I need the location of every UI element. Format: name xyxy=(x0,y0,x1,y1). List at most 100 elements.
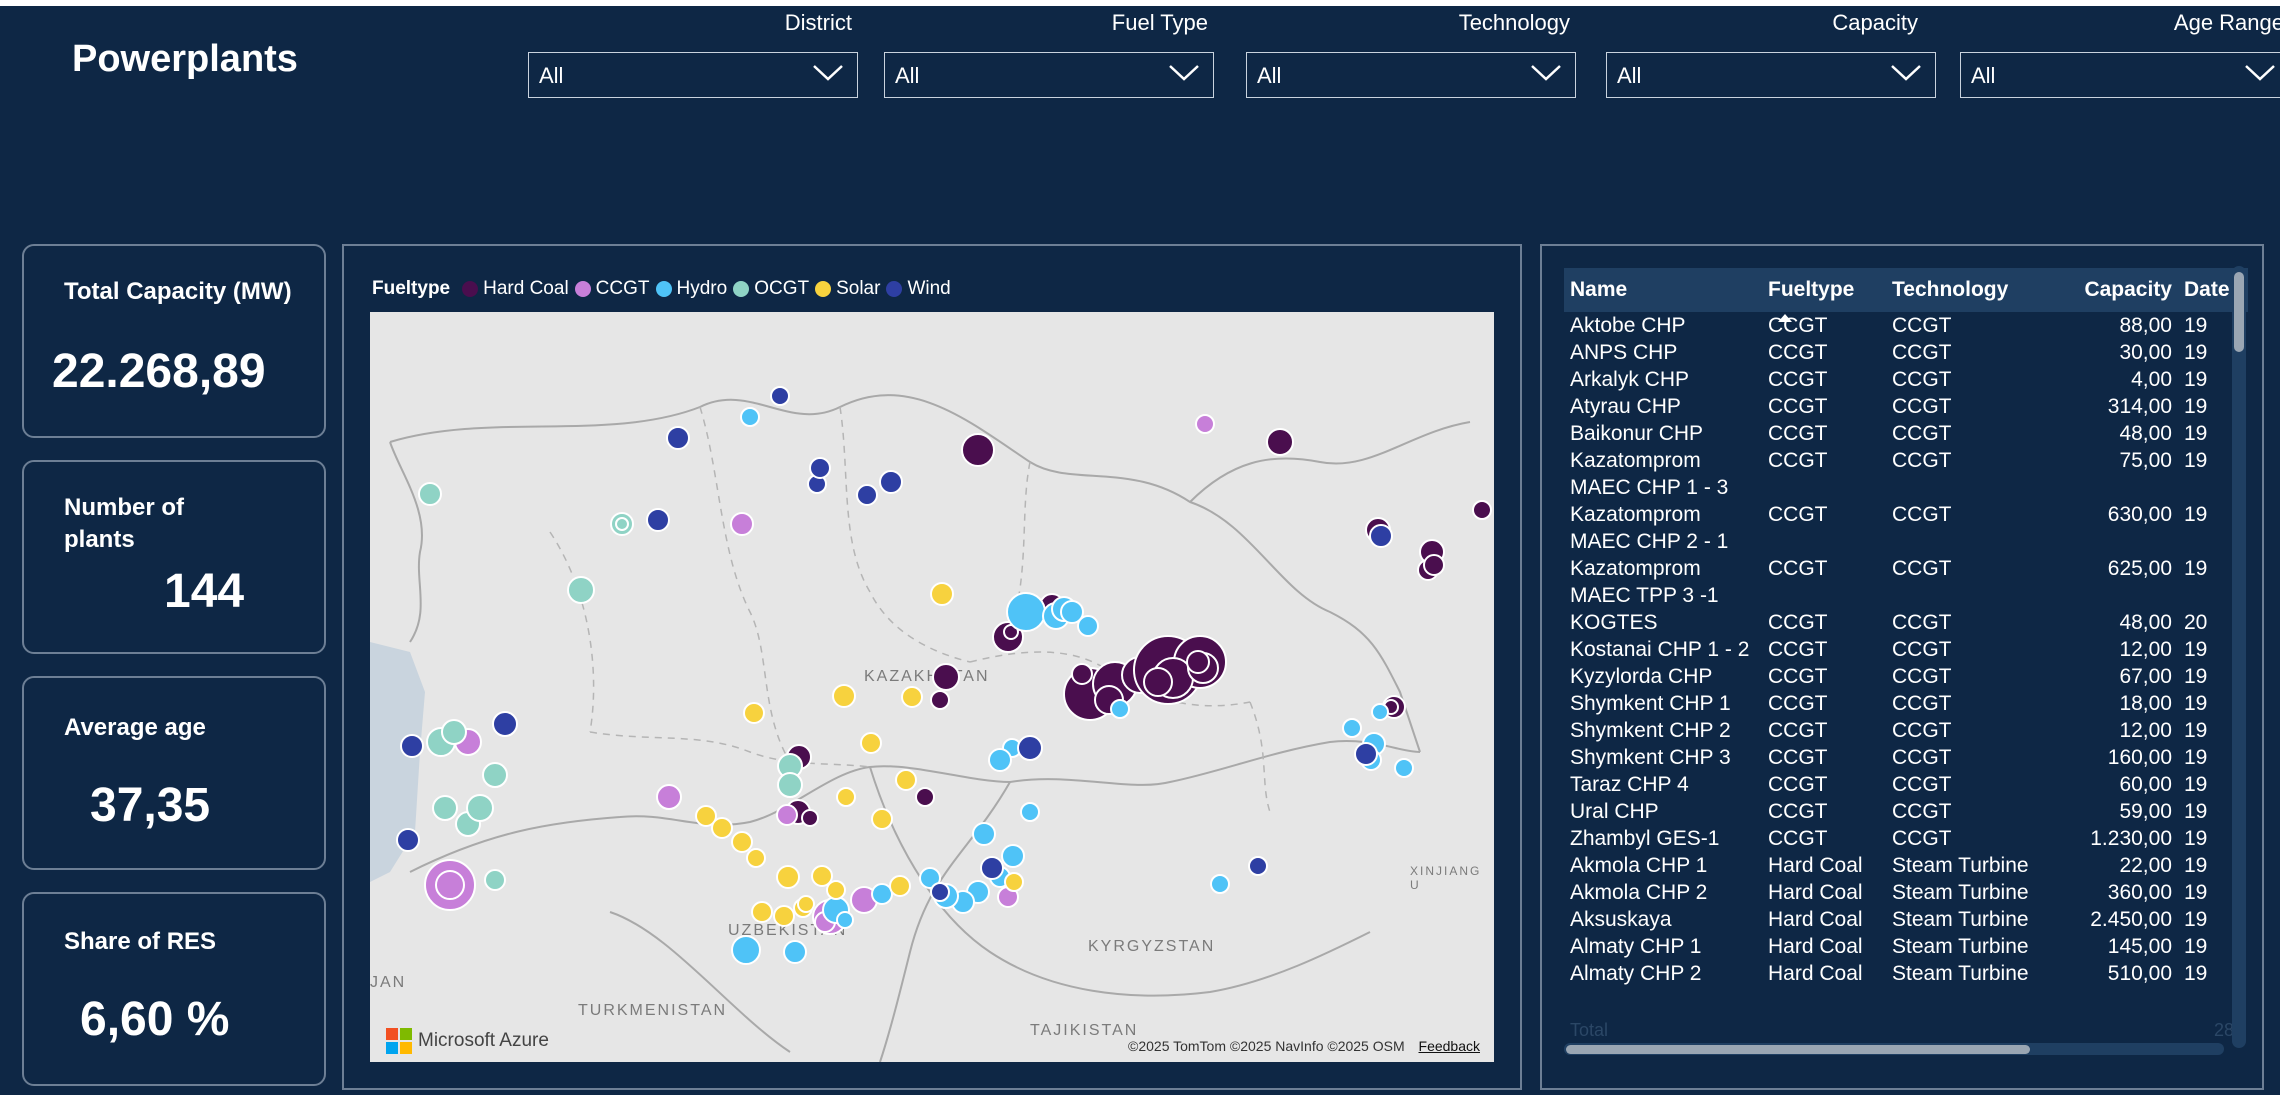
table-row[interactable]: Shymkent CHP 2 CCGT CCGT 12,00 19 xyxy=(1564,717,2248,744)
bubble-solar[interactable] xyxy=(889,875,911,897)
table-row[interactable]: ANPS CHP CCGT CCGT 30,00 19 xyxy=(1564,339,2248,366)
legend-item-ccgt[interactable]: CCGT xyxy=(574,278,650,300)
bubble-wind[interactable] xyxy=(856,484,878,506)
bubble-hard-coal[interactable] xyxy=(932,663,960,691)
bubble-hydro[interactable] xyxy=(1210,874,1230,894)
table-row[interactable]: Kazatomprom MAEC CHP 2 - 1 CCGT CCGT 630,00… xyxy=(1564,501,2248,555)
bubble-solar[interactable] xyxy=(832,684,856,708)
bubble-hydro[interactable] xyxy=(740,407,760,427)
bubble-solar[interactable] xyxy=(826,880,846,900)
bubble-hard-coal[interactable] xyxy=(1266,428,1294,456)
legend-item-wind[interactable]: Wind xyxy=(886,278,951,300)
column-header-capacity[interactable]: Capacity xyxy=(2060,268,2178,312)
bubble-hydro[interactable] xyxy=(1077,615,1099,637)
bubble-wind[interactable] xyxy=(879,470,903,494)
table-row[interactable]: Zhambyl GES-1 CCGT CCGT 1.230,00 19 xyxy=(1564,825,2248,852)
bubble-ccgt[interactable] xyxy=(435,870,465,900)
vertical-scrollbar-thumb[interactable] xyxy=(2234,272,2244,352)
bubble-wind[interactable] xyxy=(1354,742,1378,766)
bubble-solar[interactable] xyxy=(743,702,765,724)
bubble-hard-coal[interactable] xyxy=(930,690,950,710)
bubble-hydro[interactable] xyxy=(836,911,854,929)
bubble-solar[interactable] xyxy=(860,732,882,754)
bubble-hydro[interactable] xyxy=(972,822,996,846)
table-row[interactable]: Kyzylorda CHP CCGT CCGT 67,00 19 xyxy=(1564,663,2248,690)
bubble-ocgt[interactable] xyxy=(567,576,595,604)
table-row[interactable]: Kostanai CHP 1 - 2 CCGT CCGT 12,00 19 xyxy=(1564,636,2248,663)
bubble-solar[interactable] xyxy=(797,895,815,913)
technology-dropdown[interactable]: All xyxy=(1246,52,1576,98)
capacity-dropdown[interactable]: All xyxy=(1606,52,1936,98)
bubble-solar[interactable] xyxy=(773,905,795,927)
vertical-scrollbar[interactable] xyxy=(2232,266,2246,1048)
bubble-hydro[interactable] xyxy=(871,883,893,905)
table-row[interactable]: Arkalyk CHP CCGT CCGT 4,00 19 xyxy=(1564,366,2248,393)
table-row[interactable]: Taraz CHP 4 CCGT CCGT 60,00 19 xyxy=(1564,771,2248,798)
table-row[interactable]: Shymkent CHP 3 CCGT CCGT 160,00 19 xyxy=(1564,744,2248,771)
bubble-solar[interactable] xyxy=(895,769,917,791)
bubble-hard-coal[interactable] xyxy=(1121,656,1159,694)
bubble-solar[interactable] xyxy=(751,901,773,923)
bubble-ccgt[interactable] xyxy=(776,804,798,826)
table-row[interactable]: Almaty CHP 2 Hard Coal Steam Turbine 510,00… xyxy=(1564,960,2248,987)
bubble-wind[interactable] xyxy=(396,828,420,852)
table-row[interactable]: Baikonur CHP CCGT CCGT 48,00 19 xyxy=(1564,420,2248,447)
table-row[interactable]: Kazatomprom MAEC CHP 1 - 3 CCGT CCGT 75,00 1… xyxy=(1564,447,2248,501)
bubble-ccgt[interactable] xyxy=(730,512,754,536)
bubble-solar[interactable] xyxy=(776,865,800,889)
bubble-hydro[interactable] xyxy=(1006,592,1046,632)
table-row[interactable]: Kazatomprom MAEC TPP 3 -1 CCGT CCGT 625,00 1… xyxy=(1564,555,2248,609)
column-header-technology[interactable]: Technology xyxy=(1886,268,2060,312)
table-row[interactable]: Aktobe CHP CCGT CCGT 88,00 19 xyxy=(1564,312,2248,339)
bubble-wind[interactable] xyxy=(1248,856,1268,876)
legend-item-hard-coal[interactable]: Hard Coal xyxy=(462,278,569,300)
table-row[interactable]: Shymkent CHP 1 CCGT CCGT 18,00 19 xyxy=(1564,690,2248,717)
bubble-solar[interactable] xyxy=(871,808,893,830)
bubble-hydro[interactable] xyxy=(1342,718,1362,738)
fueltype-dropdown[interactable]: All xyxy=(884,52,1214,98)
bubble-wind[interactable] xyxy=(930,882,950,902)
bubble-hydro[interactable] xyxy=(1001,844,1025,868)
bubble-ccgt[interactable] xyxy=(656,784,682,810)
bubble-ocgt[interactable] xyxy=(482,762,508,788)
bubble-solar[interactable] xyxy=(930,582,954,606)
bubble-ocgt[interactable] xyxy=(418,482,442,506)
bubble-ccgt[interactable] xyxy=(1195,414,1215,434)
bubble-hard-coal[interactable] xyxy=(1472,500,1492,520)
bubble-solar[interactable] xyxy=(711,817,733,839)
feedback-link[interactable]: Feedback xyxy=(1419,1038,1480,1054)
bubble-wind[interactable] xyxy=(1017,735,1043,761)
bubble-solar[interactable] xyxy=(1004,872,1024,892)
bubble-hydro[interactable] xyxy=(1394,758,1414,778)
bubble-hard-coal[interactable] xyxy=(961,433,995,467)
bubble-wind[interactable] xyxy=(666,426,690,450)
table-row[interactable]: Akmola CHP 2 Hard Coal Steam Turbine 360,00… xyxy=(1564,879,2248,906)
bubble-ocgt[interactable] xyxy=(432,795,458,821)
bubble-hard-coal[interactable] xyxy=(1071,663,1093,685)
bubble-hydro[interactable] xyxy=(1020,802,1040,822)
table-row[interactable]: Atyrau CHP CCGT CCGT 314,00 19 xyxy=(1564,393,2248,420)
horizontal-scrollbar-thumb[interactable] xyxy=(1566,1045,2030,1054)
bubble-ocgt[interactable] xyxy=(484,869,506,891)
table-row[interactable]: Akmola CHP 1 Hard Coal Steam Turbine 22,00 1… xyxy=(1564,852,2248,879)
bubble-hard-coal[interactable] xyxy=(1423,554,1445,576)
table-row[interactable]: Aksuskaya Hard Coal Steam Turbine 2.450,00 1… xyxy=(1564,906,2248,933)
bubble-wind[interactable] xyxy=(400,734,424,758)
bubble-hydro[interactable] xyxy=(1371,703,1389,721)
district-dropdown[interactable]: All xyxy=(528,52,858,98)
bubble-hydro[interactable] xyxy=(988,748,1012,772)
bubble-ocgt[interactable] xyxy=(777,772,803,798)
legend-item-ocgt[interactable]: OCGT xyxy=(733,278,809,300)
bubble-wind[interactable] xyxy=(492,711,518,737)
bubble-hard-coal[interactable] xyxy=(801,809,819,827)
bubble-hydro[interactable] xyxy=(731,935,761,965)
table-row[interactable]: KOGTES CCGT CCGT 48,00 20 xyxy=(1564,609,2248,636)
bubble-wind[interactable] xyxy=(770,386,790,406)
age-range-dropdown[interactable]: All xyxy=(1960,52,2280,98)
table-row[interactable]: Almaty CHP 1 Hard Coal Steam Turbine 145,00… xyxy=(1564,933,2248,960)
bubble-solar[interactable] xyxy=(746,848,766,868)
bubble-solar[interactable] xyxy=(731,831,753,853)
table-row[interactable]: Ural CHP CCGT CCGT 59,00 19 xyxy=(1564,798,2248,825)
bubble-wind[interactable] xyxy=(1369,524,1393,548)
bubble-wind[interactable] xyxy=(646,508,670,532)
